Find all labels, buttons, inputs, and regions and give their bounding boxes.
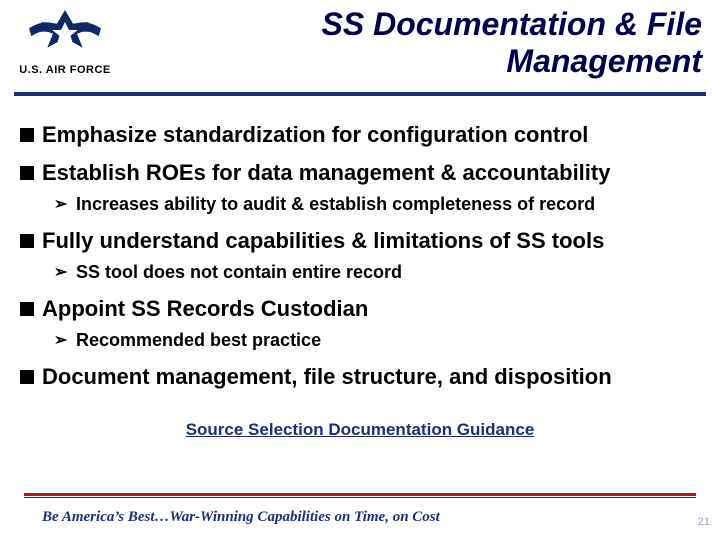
bullet-2-sub-1: ➢ Increases ability to audit & establish…	[54, 194, 700, 216]
slide-title: SS Documentation & File Management	[142, 6, 702, 80]
title-divider	[14, 92, 706, 96]
bullet-3-sub-1-text: SS tool does not contain entire record	[76, 262, 402, 283]
square-bullet-icon	[20, 128, 34, 142]
footer-divider-red	[24, 493, 696, 496]
bullet-4-sub-1-text: Recommended best practice	[76, 330, 321, 351]
bullet-2: Establish ROEs for data management & acc…	[20, 160, 700, 186]
bullet-4-text: Appoint SS Records Custodian	[42, 296, 368, 322]
bullet-3: Fully understand capabilities & limitati…	[20, 228, 700, 254]
arrow-bullet-icon: ➢	[54, 194, 70, 216]
slide: U.S. AIR FORCE SS Documentation & File M…	[0, 0, 720, 540]
square-bullet-icon	[20, 370, 34, 384]
usaf-wings-icon	[25, 6, 105, 62]
bullet-1: Emphasize standardization for configurat…	[20, 122, 700, 148]
square-bullet-icon	[20, 302, 34, 316]
arrow-bullet-icon: ➢	[54, 262, 70, 284]
slide-body: Emphasize standardization for configurat…	[20, 110, 700, 440]
bullet-2-sub-1-text: Increases ability to audit & establish c…	[76, 194, 595, 215]
square-bullet-icon	[20, 234, 34, 248]
bullet-4-sub-1: ➢ Recommended best practice	[54, 330, 700, 352]
arrow-bullet-icon: ➢	[54, 330, 70, 352]
slide-header: U.S. AIR FORCE SS Documentation & File M…	[0, 0, 720, 96]
bullet-4: Appoint SS Records Custodian	[20, 296, 700, 322]
footer-tagline: Be America’s Best…War-Winning Capabiliti…	[42, 509, 440, 526]
bullet-3-sub-1: ➢ SS tool does not contain entire record	[54, 262, 700, 284]
bullet-5-text: Document management, file structure, and…	[42, 364, 612, 390]
slide-title-line2: Management	[506, 43, 702, 79]
bullet-1-text: Emphasize standardization for configurat…	[42, 122, 588, 148]
page-number: 21	[698, 516, 710, 528]
bullet-2-text: Establish ROEs for data management & acc…	[42, 160, 610, 186]
footer-divider-blue	[24, 497, 696, 498]
square-bullet-icon	[20, 166, 34, 180]
guidance-link[interactable]: Source Selection Documentation Guidance	[186, 420, 535, 439]
usaf-logo-text: U.S. AIR FORCE	[10, 64, 120, 76]
guidance-link-row: Source Selection Documentation Guidance	[20, 420, 700, 440]
bullet-5: Document management, file structure, and…	[20, 364, 700, 390]
slide-title-line1: SS Documentation & File	[322, 6, 702, 42]
bullet-3-text: Fully understand capabilities & limitati…	[42, 228, 604, 254]
usaf-logo-block: U.S. AIR FORCE	[10, 6, 120, 76]
